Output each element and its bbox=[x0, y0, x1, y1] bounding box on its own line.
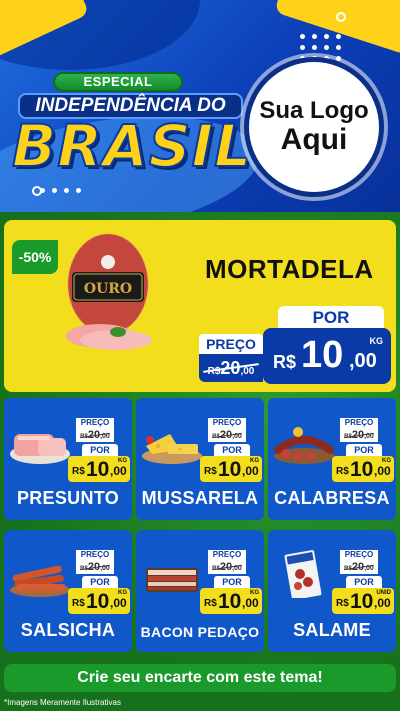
product-name: CALABRESA bbox=[274, 488, 390, 508]
price-unit: KG bbox=[369, 336, 384, 346]
salsicha-image bbox=[10, 565, 70, 597]
mussarela-image bbox=[142, 434, 202, 464]
old-price-label: PREÇO bbox=[340, 550, 378, 560]
product-card: PREÇO R$20,00 POR R$10,00KG PRESUNTO bbox=[4, 398, 132, 520]
new-price: R$ 10,00 KG bbox=[68, 456, 130, 482]
bacon-image bbox=[146, 568, 198, 592]
featured-product-name: MORTADELA bbox=[205, 254, 374, 284]
calabresa-image bbox=[274, 427, 334, 464]
old-price: R$20,00 bbox=[76, 428, 114, 442]
brasil-title: BRASIL bbox=[11, 111, 253, 181]
new-price-label: POR bbox=[278, 306, 384, 330]
old-price-cents: ,00 bbox=[240, 366, 255, 377]
old-price: R$20,00 bbox=[208, 428, 246, 442]
old-price-label: PREÇO bbox=[208, 550, 246, 560]
product-card: PREÇO R$20,00 POR R$10,00KG SALSICHA bbox=[4, 530, 132, 652]
old-price-label: PREÇO bbox=[76, 550, 114, 560]
mortadela-image: OURO bbox=[66, 233, 152, 350]
product-card: PREÇO R$20,00 POR R$10,00KG BACON PEDAÇO bbox=[136, 530, 264, 652]
new-price-label: POR bbox=[82, 576, 118, 588]
new-price-label: POR bbox=[214, 444, 250, 456]
salame-image bbox=[284, 550, 322, 598]
old-price: R$20,00 bbox=[208, 560, 246, 574]
product-name: MUSSARELA bbox=[141, 488, 259, 508]
new-price-label: POR bbox=[82, 444, 118, 456]
old-price-label: PREÇO bbox=[340, 418, 378, 428]
new-price-label: POR bbox=[346, 444, 382, 456]
svg-text:OURO: OURO bbox=[84, 281, 132, 297]
especial-label: ESPECIAL bbox=[53, 72, 183, 92]
presunto-image bbox=[10, 434, 70, 464]
create-flyer-button[interactable]: Crie seu encarte com este tema! bbox=[4, 664, 396, 692]
product-name: SALSICHA bbox=[20, 620, 116, 640]
logo-text-line1: Sua Logo bbox=[259, 97, 369, 124]
disclaimer-text: *Imagens Meramente Ilustrativas bbox=[4, 698, 121, 707]
new-price: R$ 10,00 KG bbox=[332, 456, 394, 482]
product-card: PREÇO R$20,00 POR R$10,00KG MUSSARELA bbox=[136, 398, 264, 520]
price-value: 10 bbox=[301, 334, 344, 376]
old-price: R$20,00 bbox=[340, 428, 378, 442]
header-banner: ESPECIAL INDEPENDÊNCIA DO BRASIL Sua Log… bbox=[0, 0, 400, 212]
decor-circle bbox=[32, 186, 42, 196]
product-name: SALAME bbox=[293, 620, 371, 640]
new-price-label: POR bbox=[346, 576, 382, 588]
decor-dots bbox=[40, 188, 82, 193]
new-price: R$ 10,00 KG bbox=[200, 588, 262, 614]
old-price: R$20,00 bbox=[340, 560, 378, 574]
discount-badge: -50% bbox=[12, 240, 58, 274]
new-price: R$ 10,00 KG bbox=[200, 456, 262, 482]
product-card: PREÇO R$20,00 POR R$10,00UNID SALAME bbox=[268, 530, 396, 652]
old-price: R$20,00 bbox=[199, 354, 263, 382]
product-card: PREÇO R$20,00 POR R$10,00KG CALABRESA bbox=[268, 398, 396, 520]
product-name: PRESUNTO bbox=[16, 488, 120, 508]
old-price-label: PREÇO bbox=[199, 334, 263, 354]
logo-placeholder: Sua Logo Aqui bbox=[244, 57, 384, 197]
price-currency: R$ bbox=[273, 352, 297, 372]
old-price-label: PREÇO bbox=[208, 418, 246, 428]
price-cents: ,00 bbox=[349, 350, 377, 372]
new-price: R$ 10,00 KG bbox=[68, 588, 130, 614]
logo-text-line2: Aqui bbox=[280, 123, 348, 156]
decor-circle bbox=[336, 12, 346, 22]
new-price: R$ 10 ,00 KG bbox=[263, 328, 391, 384]
new-price-label: POR bbox=[214, 576, 250, 588]
product-name: BACON PEDAÇO bbox=[140, 624, 260, 640]
old-price-label: PREÇO bbox=[76, 418, 114, 428]
new-price: R$ 10,00 UNID bbox=[332, 588, 394, 614]
old-price: R$20,00 bbox=[76, 560, 114, 574]
